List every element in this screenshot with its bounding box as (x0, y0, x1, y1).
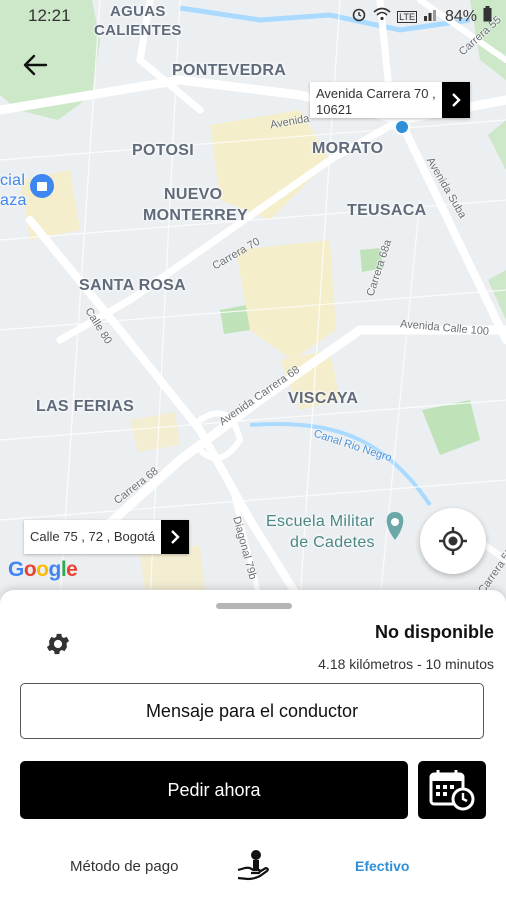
gear-icon (46, 633, 70, 655)
google-letter: e (66, 558, 78, 581)
google-letter: o (23, 558, 37, 581)
status-icons: LTE 84% (351, 6, 492, 27)
schedule-button[interactable] (418, 761, 486, 819)
map-label-teusaca: TEUSACA (347, 202, 427, 219)
map-label-morato: MORATO (312, 140, 384, 157)
signal-icon (423, 7, 439, 26)
destination-line2: 10621 (316, 102, 353, 117)
back-button[interactable] (18, 50, 52, 80)
distance-time: 4.18 kilómetros - 10 minutos (318, 656, 494, 672)
crosshair-icon (439, 527, 467, 555)
status-bar: 12:21 LTE 84% (0, 0, 506, 32)
map-label-las-ferias: LAS FERIAS (36, 398, 135, 415)
alarm-icon (351, 6, 367, 27)
sheet-drag-handle[interactable] (216, 603, 292, 609)
chevron-right-icon (171, 530, 180, 544)
map-label-santa-rosa: SANTA ROSA (79, 277, 186, 294)
map-label-aza: aza (0, 192, 27, 209)
order-now-button[interactable]: Pedir ahora (20, 761, 408, 819)
battery-percent: 84% (444, 7, 477, 25)
screen: AGUAS CALIENTES PONTEVEDRA POTOSI MORATO… (0, 0, 506, 900)
bottom-sheet: No disponible 4.18 kilómetros - 10 minut… (0, 590, 506, 832)
wifi-icon (373, 7, 391, 26)
google-letter: o (36, 558, 49, 581)
status-time: 12:21 (28, 6, 71, 25)
message-driver-button[interactable]: Mensaje para el conductor (20, 683, 484, 739)
map-label-viscaya: VISCAYA (288, 390, 359, 407)
destination-text: Avenida Carrera 70 , 10621 (310, 82, 442, 118)
payment-bar: Método de pago Efectivo (0, 832, 506, 900)
settings-button[interactable] (44, 630, 76, 662)
lte-icon: LTE (397, 10, 417, 23)
google-letter: g (48, 558, 62, 581)
map-label-nuevo: NUEVO (164, 186, 223, 203)
destination-line1: Avenida Carrera 70 , (316, 86, 436, 101)
arrow-left-icon (23, 54, 48, 76)
google-letter: G (8, 558, 24, 581)
payment-method-label: Método de pago (70, 858, 179, 875)
destination-arrow-button[interactable] (441, 82, 470, 118)
map-label-potosi: POTOSI (132, 142, 194, 159)
map-label-cadetes: de Cadetes (290, 534, 375, 551)
calendar-clock-icon (429, 770, 475, 811)
driver-status: No disponible (375, 622, 494, 642)
origin-arrow-button[interactable] (161, 520, 190, 554)
destination-bubble[interactable]: Avenida Carrera 70 , 10621 (310, 82, 470, 118)
my-location-button[interactable] (420, 508, 486, 574)
map-label-monterrey: MONTERREY (143, 207, 248, 224)
google-logo: Google (8, 558, 78, 582)
payment-method-value[interactable]: Efectivo (355, 858, 409, 874)
origin-text: Calle 75 , 72 , Bogotá (30, 529, 156, 544)
map-label-cial: cial (0, 172, 26, 189)
shopping-marker-icon (30, 174, 54, 198)
payment-method-button[interactable] (236, 848, 270, 882)
battery-icon (483, 6, 492, 27)
map-label-escuela: Escuela Militar (266, 513, 375, 530)
map-label-pontevedra: PONTEVEDRA (172, 62, 287, 79)
chevron-right-icon (451, 93, 461, 107)
origin-bubble[interactable]: Calle 75 , 72 , Bogotá (24, 520, 190, 554)
hand-coin-icon (237, 850, 269, 881)
